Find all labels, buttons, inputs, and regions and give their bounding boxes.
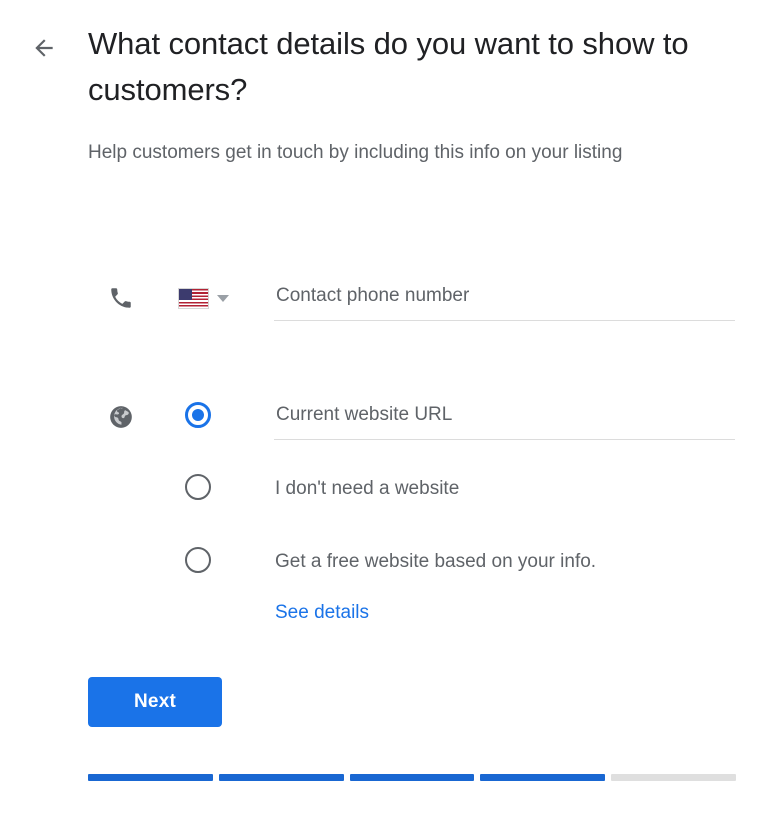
see-details-link[interactable]: See details	[275, 601, 369, 625]
us-flag-icon	[178, 287, 209, 309]
radio-ring	[185, 474, 211, 500]
next-button[interactable]: Next	[88, 677, 222, 727]
progress-segment	[218, 774, 344, 781]
phone-number-input[interactable]	[274, 277, 735, 321]
website-option-none-row: I don't need a website	[0, 466, 768, 514]
radio-ring	[185, 547, 211, 573]
radio-label-no-website: I don't need a website	[275, 478, 460, 499]
progress-segment	[611, 774, 736, 781]
progress-stepper	[88, 774, 736, 781]
progress-segment	[349, 774, 475, 781]
page-subtitle: Help customers get in touch by including…	[88, 142, 623, 163]
back-button[interactable]	[22, 26, 66, 70]
progress-segment	[88, 774, 213, 781]
phone-icon	[104, 281, 138, 315]
phone-row	[0, 275, 768, 323]
progress-segment	[480, 774, 606, 781]
radio-no-website[interactable]	[184, 473, 212, 501]
radio-label-free-website: Get a free website based on your info.	[275, 551, 597, 572]
website-url-input[interactable]	[274, 396, 735, 440]
page-title: What contact details do you want to show…	[88, 26, 689, 107]
arrow-left-icon	[31, 35, 57, 61]
chevron-down-icon	[217, 294, 229, 302]
radio-dot	[192, 409, 204, 421]
country-code-selector[interactable]	[178, 283, 229, 313]
globe-icon	[104, 400, 138, 434]
website-option-current-row	[0, 394, 768, 442]
radio-free-website[interactable]	[184, 546, 212, 574]
website-option-free-row: Get a free website based on your info.	[0, 539, 768, 587]
radio-current-website[interactable]	[184, 401, 212, 429]
